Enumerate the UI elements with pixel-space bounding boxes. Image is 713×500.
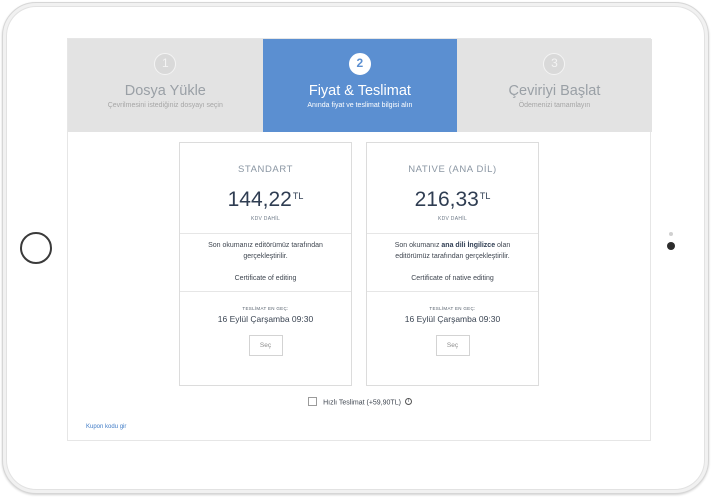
price-value: 216,33 bbox=[414, 188, 479, 211]
price-currency: TL bbox=[292, 191, 304, 201]
step-subtitle: Anında fiyat ve teslimat bilgisi alın bbox=[307, 102, 413, 109]
info-icon[interactable]: i bbox=[404, 398, 412, 405]
divider bbox=[367, 291, 538, 292]
plan-card-standard: STANDART 144,22TL KDV DAHİL Son okumanız… bbox=[179, 142, 352, 386]
step-title: Dosya Yükle bbox=[124, 83, 206, 99]
divider bbox=[180, 291, 351, 292]
step-title: Çeviriyi Başlat bbox=[508, 83, 601, 99]
delivery-date: 16 Eylül Çarşamba 09:30 bbox=[217, 314, 314, 324]
plan-certificate: Certificate of editing bbox=[234, 275, 297, 282]
step-upload[interactable]: 1 Dosya Yükle Çevrilmesini istediğiniz d… bbox=[68, 39, 263, 132]
rush-delivery-label[interactable]: Hızlı Teslimat (+59,90TL) bbox=[323, 399, 401, 406]
plan-label: NATIVE (ANA DİL) bbox=[408, 164, 497, 175]
rush-delivery-checkbox[interactable] bbox=[308, 397, 318, 406]
step-start-translation[interactable]: 3 Çeviriyi Başlat Ödemenizi tamamlayın bbox=[457, 39, 652, 132]
select-standard-button[interactable]: Seç bbox=[248, 335, 283, 356]
desc-highlight: ana dili İngilizce bbox=[441, 242, 496, 249]
delivery-label: TESLİMAT EN GEÇ: bbox=[429, 306, 476, 311]
divider bbox=[180, 233, 351, 234]
price-currency: TL bbox=[479, 191, 491, 201]
plan-price: 216,33TL bbox=[367, 188, 538, 212]
delivery-label: TESLİMAT EN GEÇ: bbox=[242, 306, 289, 311]
plan-certificate: Certificate of native editing bbox=[411, 275, 494, 282]
step-subtitle: Çevrilmesini istediğiniz dosyayı seçin bbox=[107, 102, 223, 109]
desc-text: Son okumanız bbox=[394, 242, 442, 249]
sensor-dot bbox=[669, 232, 673, 236]
tax-note: KDV DAHİL bbox=[437, 216, 468, 222]
desc-text: Son okumanız editörümüz tarafından gerçe… bbox=[208, 242, 323, 260]
step-number: 3 bbox=[543, 53, 566, 75]
step-price-delivery[interactable]: 2 Fiyat & Teslimat Anında fiyat ve tesli… bbox=[262, 39, 458, 132]
delivery-date: 16 Eylül Çarşamba 09:30 bbox=[404, 314, 501, 324]
plan-price: 144,22TL bbox=[180, 188, 351, 212]
step-number: 2 bbox=[348, 53, 371, 75]
plan-card-native: NATIVE (ANA DİL) 216,33TL KDV DAHİL Son … bbox=[366, 142, 539, 386]
rush-delivery-option: Hızlı Teslimat (+59,90TL) i bbox=[68, 397, 652, 407]
coupon-code-link[interactable]: Kupon kodu gir bbox=[86, 424, 126, 430]
plan-description: Son okumanız ana dili İngilizce olan edi… bbox=[381, 240, 524, 262]
order-screen: 1 Dosya Yükle Çevrilmesini istediğiniz d… bbox=[67, 38, 652, 441]
divider bbox=[367, 233, 538, 234]
step-number: 1 bbox=[154, 53, 177, 75]
step-progress: 1 Dosya Yükle Çevrilmesini istediğiniz d… bbox=[68, 39, 652, 132]
plan-description: Son okumanız editörümüz tarafından gerçe… bbox=[194, 240, 337, 262]
step-subtitle: Ödemenizi tamamlayın bbox=[518, 102, 591, 109]
price-value: 144,22 bbox=[227, 188, 292, 211]
select-native-button[interactable]: Seç bbox=[435, 335, 470, 356]
plan-label: STANDART bbox=[237, 164, 294, 175]
step-title: Fiyat & Teslimat bbox=[308, 83, 411, 99]
tax-note: KDV DAHİL bbox=[250, 216, 281, 222]
home-button[interactable] bbox=[20, 232, 52, 264]
camera-dot bbox=[667, 242, 675, 250]
